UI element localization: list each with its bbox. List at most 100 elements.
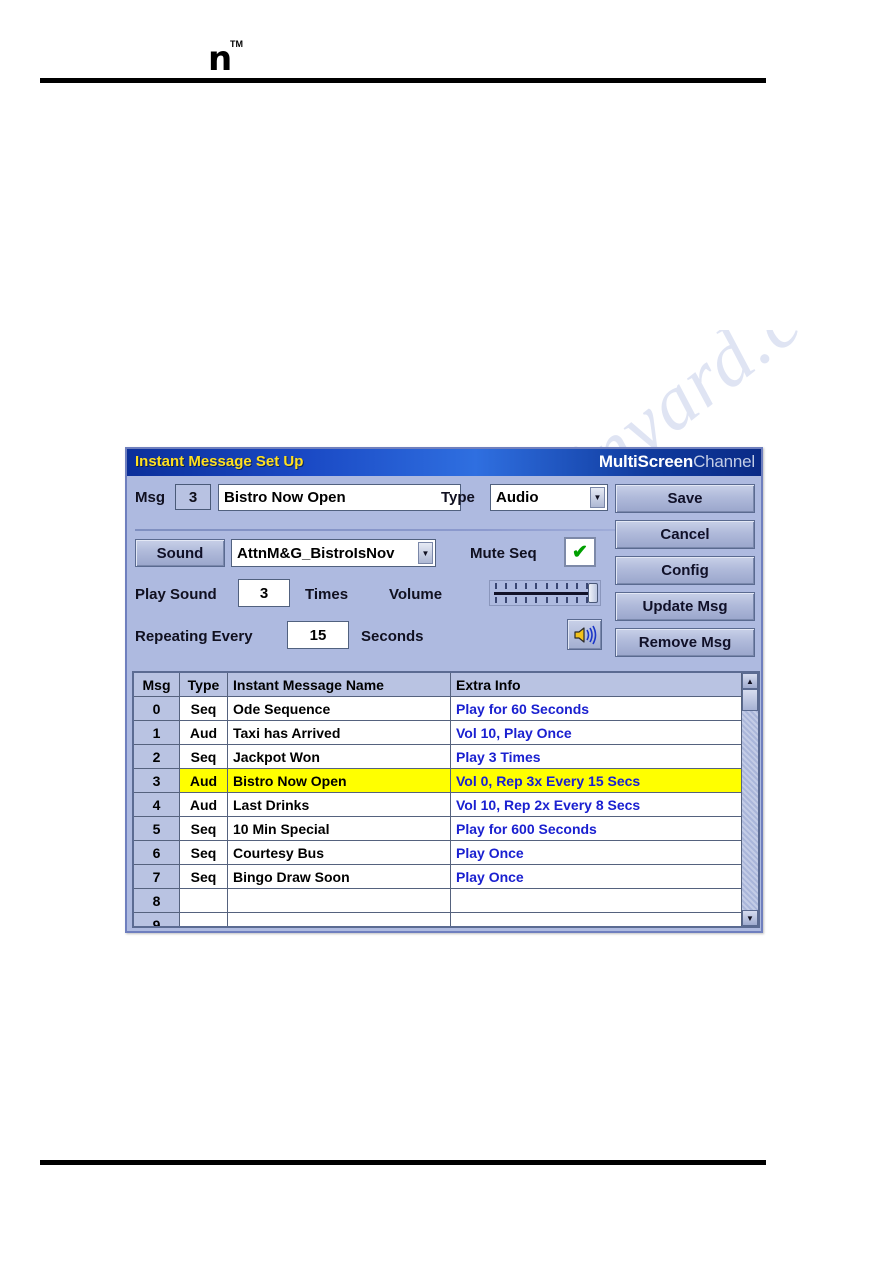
scroll-down-icon[interactable]: ▼ (742, 910, 758, 926)
cell-name: Courtesy Bus (228, 841, 451, 864)
table-row[interactable]: 5 Seq 10 Min Special Play for 600 Seconds (134, 817, 741, 841)
cancel-button-label: Cancel (660, 526, 710, 543)
message-list: Msg Type Instant Message Name Extra Info 0 Se… (132, 671, 760, 928)
message-list-scrollbar[interactable]: ▲ ▼ (741, 673, 758, 926)
cell-info: Vol 10, Play Once (451, 721, 741, 744)
cell-info (451, 913, 741, 926)
scrollbar-thumb[interactable] (742, 689, 758, 711)
cell-name: Bingo Draw Soon (228, 865, 451, 888)
brand-secondary: Channel (693, 452, 755, 471)
sound-dropdown-value: AttnM&G_BistroIsNov (237, 544, 395, 562)
cell-type: Seq (180, 841, 228, 864)
cell-name: 10 Min Special (228, 817, 451, 840)
column-header-type[interactable]: Type (180, 673, 228, 696)
table-row[interactable]: 2 Seq Jackpot Won Play 3 Times (134, 745, 741, 769)
cell-info (451, 889, 741, 912)
check-icon: ✔ (572, 541, 588, 563)
cell-name (228, 889, 451, 912)
column-header-name[interactable]: Instant Message Name (228, 673, 451, 696)
update-msg-button[interactable]: Update Msg (615, 592, 755, 621)
table-row[interactable]: 9 (134, 913, 741, 926)
cell-type (180, 889, 228, 912)
table-row[interactable]: 3 Aud Bistro Now Open Vol 0, Rep 3x Every 1… (134, 769, 741, 793)
chevron-down-icon: ▼ (590, 487, 605, 508)
trademark-symbol: TM (230, 39, 243, 49)
cell-name: Ode Sequence (228, 697, 451, 720)
cell-msg: 7 (134, 865, 180, 888)
cell-name: Bistro Now Open (228, 769, 451, 792)
sound-button-label: Sound (156, 544, 204, 562)
mute-seq-checkbox[interactable]: ✔ (564, 537, 596, 567)
cell-msg: 9 (134, 913, 180, 926)
instant-message-dialog: Instant Message Set Up MultiScreenChanne… (125, 447, 763, 933)
cell-info: Play 3 Times (451, 745, 741, 768)
repeat-seconds-field[interactable]: 15 (287, 621, 349, 649)
type-label: Type (441, 489, 475, 506)
cell-type: Seq (180, 865, 228, 888)
config-button[interactable]: Config (615, 556, 755, 585)
remove-msg-button-label: Remove Msg (638, 634, 732, 651)
table-row[interactable]: 1 Aud Taxi has Arrived Vol 10, Play Once (134, 721, 741, 745)
play-times-field[interactable]: 3 (238, 579, 290, 607)
cell-type: Seq (180, 745, 228, 768)
cell-info: Play Once (451, 841, 741, 864)
cell-msg: 1 (134, 721, 180, 744)
table-row[interactable]: 4 Aud Last Drinks Vol 10, Rep 2x Every 8 Se… (134, 793, 741, 817)
product-brand: MultiScreenChannel (599, 452, 755, 472)
table-row[interactable]: 0 Seq Ode Sequence Play for 60 Seconds (134, 697, 741, 721)
volume-thumb[interactable] (588, 583, 598, 603)
speaker-icon[interactable] (567, 619, 602, 650)
message-name-input[interactable]: Bistro Now Open (218, 484, 461, 511)
mute-seq-label: Mute Seq (470, 545, 537, 562)
cell-info: Play for 600 Seconds (451, 817, 741, 840)
cell-name: Taxi has Arrived (228, 721, 451, 744)
save-button[interactable]: Save (615, 484, 755, 513)
config-button-label: Config (661, 562, 709, 579)
sound-dropdown[interactable]: AttnM&G_BistroIsNov ▼ (231, 539, 436, 567)
cell-info: Play Once (451, 865, 741, 888)
cell-type: Seq (180, 697, 228, 720)
cell-info: Vol 10, Rep 2x Every 8 Secs (451, 793, 741, 816)
sound-button[interactable]: Sound (135, 539, 225, 567)
header-rule (40, 78, 766, 83)
volume-ticks-top (495, 583, 588, 589)
scrollbar-track[interactable] (742, 689, 758, 910)
cell-type: Seq (180, 817, 228, 840)
column-header-msg[interactable]: Msg (134, 673, 180, 696)
times-label: Times (305, 586, 349, 603)
message-list-body: Msg Type Instant Message Name Extra Info 0 Se… (134, 673, 741, 926)
volume-ticks-bottom (495, 597, 588, 603)
cell-type (180, 913, 228, 926)
dialog-form: Msg 3 Bistro Now Open Type Audio ▼ Sound… (127, 476, 761, 669)
dialog-title: Instant Message Set Up (135, 453, 304, 470)
type-dropdown[interactable]: Audio ▼ (490, 484, 608, 511)
msg-label: Msg (135, 489, 165, 506)
column-header-info[interactable]: Extra Info (451, 673, 741, 696)
cell-info: Play for 60 Seconds (451, 697, 741, 720)
cell-type: Aud (180, 769, 228, 792)
cancel-button[interactable]: Cancel (615, 520, 755, 549)
brand-primary: MultiScreen (598, 452, 694, 471)
volume-slider[interactable] (489, 580, 601, 606)
dialog-titlebar: Instant Message Set Up MultiScreenChanne… (127, 449, 761, 476)
seconds-label: Seconds (361, 628, 424, 645)
table-row[interactable]: 8 (134, 889, 741, 913)
footer-rule (40, 1160, 766, 1165)
cell-name: Last Drinks (228, 793, 451, 816)
volume-track (494, 592, 596, 595)
chevron-down-icon: ▼ (418, 542, 433, 564)
cell-name: Jackpot Won (228, 745, 451, 768)
type-dropdown-value: Audio (496, 489, 539, 506)
table-row[interactable]: 7 Seq Bingo Draw Soon Play Once (134, 865, 741, 889)
volume-label: Volume (389, 586, 443, 603)
scroll-up-icon[interactable]: ▲ (742, 673, 758, 689)
cell-msg: 0 (134, 697, 180, 720)
table-header-row: Msg Type Instant Message Name Extra Info (134, 673, 741, 697)
remove-msg-button[interactable]: Remove Msg (615, 628, 755, 657)
cell-type: Aud (180, 793, 228, 816)
save-button-label: Save (667, 490, 703, 507)
msg-number-field[interactable]: 3 (175, 484, 211, 510)
table-row[interactable]: 6 Seq Courtesy Bus Play Once (134, 841, 741, 865)
cell-type: Aud (180, 721, 228, 744)
cell-msg: 8 (134, 889, 180, 912)
